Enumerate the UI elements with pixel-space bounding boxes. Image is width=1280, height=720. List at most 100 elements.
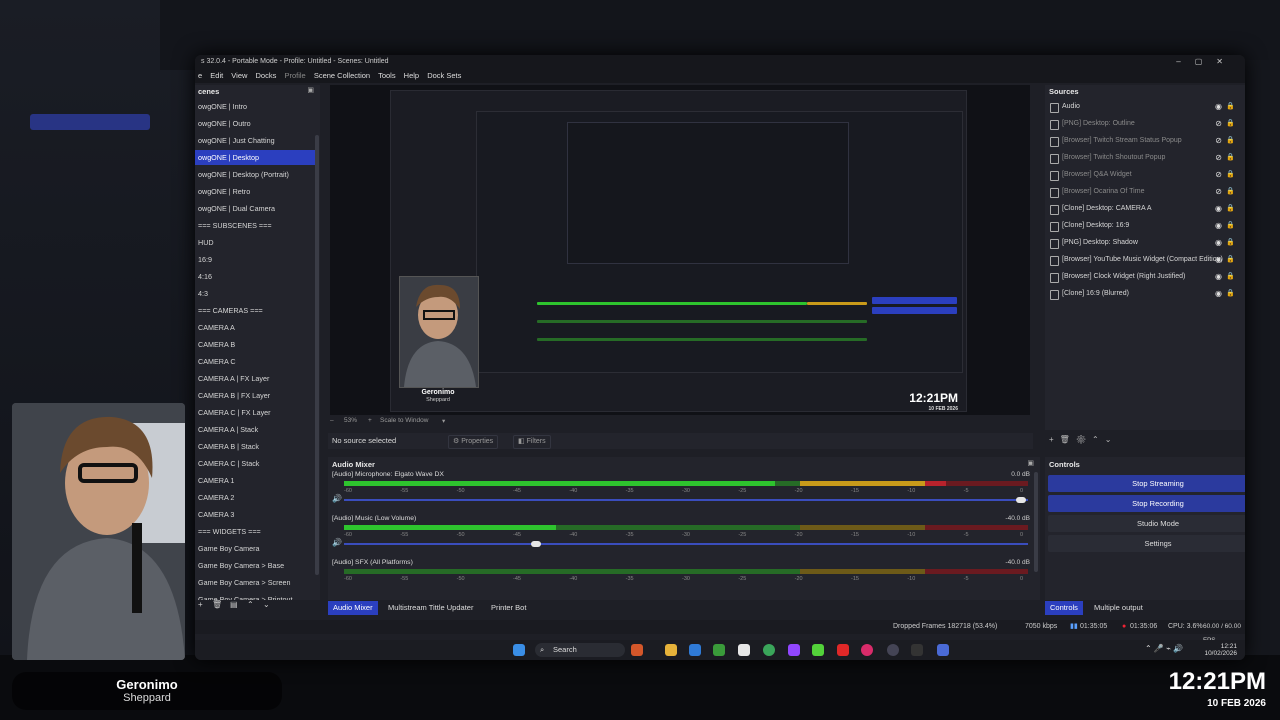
lock-icon[interactable]: 🔒 (1226, 218, 1235, 234)
scene-item[interactable]: 4:3 (195, 286, 315, 301)
menu-tools[interactable]: Tools (378, 71, 396, 80)
undock-icon[interactable]: ▣ (307, 86, 314, 94)
eye-icon[interactable]: ◉ (1215, 201, 1222, 217)
source-item[interactable]: [PNG] Desktop: Shadow ◉ 🔒 (1045, 235, 1245, 251)
source-item[interactable]: [Browser] Ocarina Of Time ⊘ 🔒 (1045, 184, 1245, 200)
menu-edit[interactable]: Edit (210, 71, 223, 80)
scene-item[interactable]: 16:9 (195, 252, 315, 267)
lock-icon[interactable]: 🔒 (1226, 269, 1235, 285)
remove-scene-icon[interactable]: 🗑 (212, 600, 222, 609)
scene-item[interactable]: CAMERA C | Stack (195, 456, 315, 471)
source-item[interactable]: [Browser] YouTube Music Widget (Compact … (1045, 252, 1245, 268)
scene-item[interactable]: CAMERA A (195, 320, 315, 335)
tab-audio-mixer[interactable]: Audio Mixer (328, 601, 378, 615)
eye-off-icon[interactable]: ⊘ (1215, 167, 1222, 183)
scene-item[interactable]: owgONE | Dual Camera (195, 201, 315, 216)
obs-icon[interactable] (887, 644, 899, 656)
vscode-icon[interactable] (689, 644, 701, 656)
scene-item[interactable]: CAMERA 3 (195, 507, 315, 522)
scene-item[interactable]: Game Boy Camera > Printout (195, 592, 315, 600)
eye-off-icon[interactable]: ⊘ (1215, 184, 1222, 200)
window-controls[interactable]: –▢✕ (1176, 55, 1237, 69)
scale-mode[interactable]: Scale to Window (380, 417, 428, 424)
volume-slider[interactable] (344, 497, 1028, 503)
scene-item[interactable]: owgONE | Retro (195, 184, 315, 199)
tab-printer-bot[interactable]: Printer Bot (486, 601, 531, 615)
zoom-level[interactable]: 53% (344, 417, 357, 424)
app-icon[interactable] (812, 644, 824, 656)
source-item[interactable]: [Clone] Desktop: CAMERA A ◉ 🔒 (1045, 201, 1245, 217)
eye-icon[interactable]: ◉ (1215, 269, 1222, 285)
menu-docks[interactable]: Docks (256, 71, 277, 80)
app-icon[interactable] (937, 644, 949, 656)
app-icon[interactable] (631, 644, 643, 656)
lock-icon[interactable]: 🔒 (1226, 184, 1235, 200)
scene-item[interactable]: HUD (195, 235, 315, 250)
tab-multiple-output[interactable]: Multiple output (1089, 601, 1148, 615)
scene-item[interactable]: CAMERA A | Stack (195, 422, 315, 437)
volume-slider-handle[interactable] (530, 541, 541, 547)
move-up-icon[interactable]: ⌃ (1092, 435, 1105, 444)
move-down-icon[interactable]: ⌄ (1105, 435, 1118, 444)
eye-icon[interactable]: ◉ (1215, 235, 1222, 251)
properties-button[interactable]: ⚙ Properties (448, 435, 499, 449)
lock-icon[interactable]: 🔒 (1226, 116, 1235, 132)
scene-item[interactable]: owgONE | Desktop (Portrait) (195, 167, 315, 182)
taskbar-clock[interactable]: 12:21 10/02/2026 (1204, 643, 1237, 657)
lock-icon[interactable]: 🔒 (1226, 99, 1235, 115)
taskbar-search[interactable]: ⌕ Search (535, 643, 625, 657)
source-item[interactable]: [Browser] Twitch Stream Status Popup ⊘ 🔒 (1045, 133, 1245, 149)
studio-mode-button[interactable]: Studio Mode (1048, 515, 1245, 532)
eye-off-icon[interactable]: ⊘ (1215, 116, 1222, 132)
add-scene-icon[interactable]: + (198, 600, 203, 609)
app-icon[interactable] (713, 644, 725, 656)
scene-item[interactable]: === SUBSCENES === (195, 218, 315, 233)
tray-icons[interactable]: ⌃ 🎤 ⌁ 🔊 (1145, 644, 1183, 653)
menu-scene-collection[interactable]: Scene Collection (314, 71, 370, 80)
zoom-in-icon[interactable]: + (368, 417, 372, 424)
scene-item[interactable]: === WIDGETS === (195, 524, 315, 539)
chrome-icon[interactable] (763, 644, 775, 656)
eye-off-icon[interactable]: ⊘ (1215, 133, 1222, 149)
scene-item[interactable]: CAMERA B | Stack (195, 439, 315, 454)
youtube-icon[interactable] (837, 644, 849, 656)
lock-icon[interactable]: 🔒 (1226, 167, 1235, 183)
tab-controls[interactable]: Controls (1045, 601, 1083, 615)
tab-multistream-title-updater[interactable]: Multistream Tittle Updater (383, 601, 478, 615)
lock-icon[interactable]: 🔒 (1226, 201, 1235, 217)
menu-help[interactable]: Help (404, 71, 419, 80)
scene-item[interactable]: Game Boy Camera > Base (195, 558, 315, 573)
lock-icon[interactable]: 🔒 (1226, 252, 1235, 268)
mixer-scrollbar[interactable] (1034, 472, 1038, 572)
eye-icon[interactable]: ◉ (1215, 99, 1222, 115)
scene-filters-icon[interactable]: ▤ (230, 600, 238, 609)
source-item[interactable]: [Clone] 16:9 (Blurred) ◉ 🔒 (1045, 286, 1245, 302)
scene-item[interactable]: CAMERA C (195, 354, 315, 369)
scene-item[interactable]: owgONE | Just Chatting (195, 133, 315, 148)
add-source-icon[interactable]: + (1049, 435, 1060, 444)
eye-icon[interactable]: ◉ (1215, 218, 1222, 234)
speaker-icon[interactable]: 🔊 (332, 494, 342, 503)
gear-icon[interactable]: ⚙ (1076, 435, 1092, 444)
source-item[interactable]: [PNG] Desktop: Outline ⊘ 🔒 (1045, 116, 1245, 132)
menu-profile[interactable]: Profile (284, 71, 305, 80)
menu-dock-sets[interactable]: Dock Sets (427, 71, 461, 80)
scene-item[interactable]: owgONE | Outro (195, 116, 315, 131)
file-explorer-icon[interactable] (665, 644, 677, 656)
scene-item[interactable]: CAMERA 1 (195, 473, 315, 488)
scene-item[interactable]: CAMERA 2 (195, 490, 315, 505)
volume-slider[interactable] (344, 541, 1028, 547)
lock-icon[interactable]: 🔒 (1226, 150, 1235, 166)
scene-item[interactable]: owgONE | Intro (195, 99, 315, 114)
source-item[interactable]: [Browser] Clock Widget (Right Justified)… (1045, 269, 1245, 285)
scene-item[interactable]: === CAMERAS === (195, 303, 315, 318)
stop-streaming-button[interactable]: Stop Streaming (1048, 475, 1245, 492)
move-down-icon[interactable]: ⌄ (263, 600, 270, 609)
notion-icon[interactable] (738, 644, 750, 656)
lock-icon[interactable]: 🔒 (1226, 133, 1235, 149)
scene-item[interactable]: Game Boy Camera > Screen (195, 575, 315, 590)
menu-file[interactable]: e (198, 71, 202, 80)
eye-icon[interactable]: ◉ (1215, 286, 1222, 302)
volume-slider-handle[interactable] (1016, 497, 1027, 503)
source-item[interactable]: Audio ◉ 🔒 (1045, 99, 1245, 115)
